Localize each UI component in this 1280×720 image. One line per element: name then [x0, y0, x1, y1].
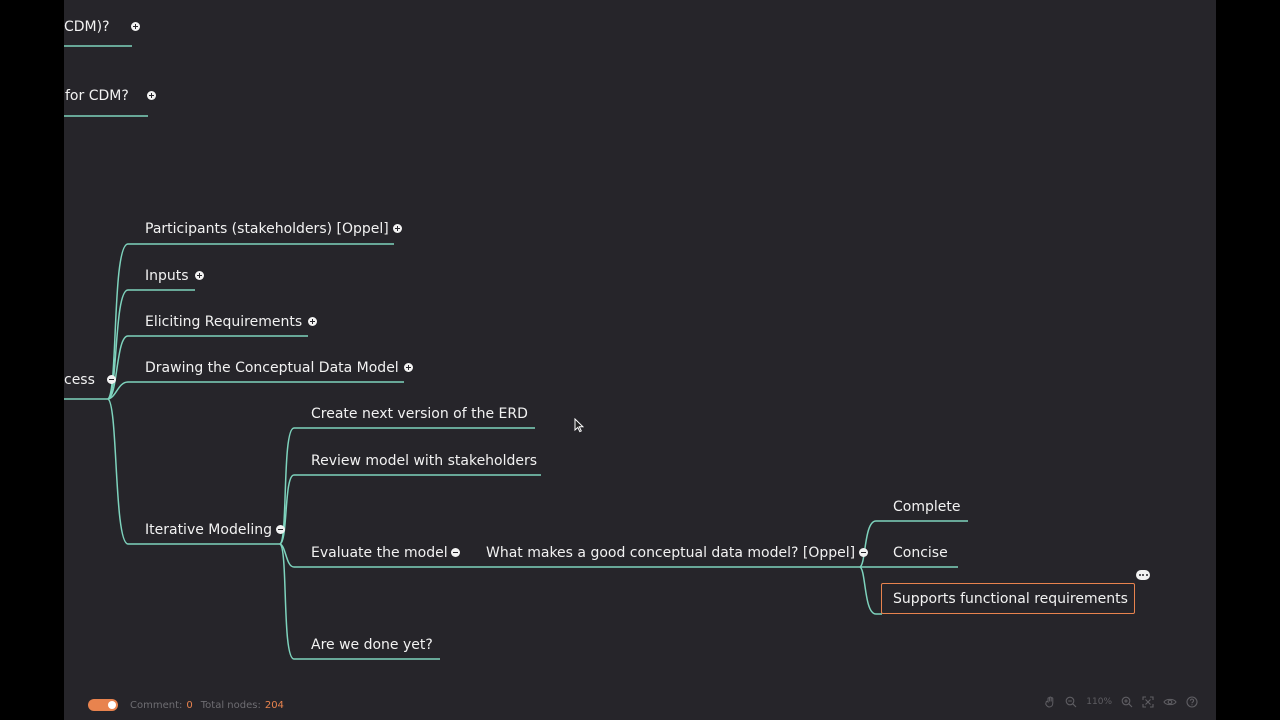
mouse-cursor-icon [574, 418, 584, 433]
expand-icon[interactable] [404, 363, 413, 372]
expand-icon[interactable] [131, 22, 140, 31]
hand-icon[interactable] [1044, 696, 1056, 708]
node-partial-top-1[interactable]: CDM)? [64, 18, 110, 36]
node-review-model[interactable]: Review model with stakeholders [311, 452, 537, 470]
expand-icon[interactable] [147, 91, 156, 100]
view-controls: 110% [1044, 694, 1198, 710]
node-partial-top-2[interactable]: for CDM? [65, 87, 129, 105]
node-concise[interactable]: Concise [893, 544, 948, 562]
collapse-icon[interactable] [451, 548, 460, 557]
node-evaluate-model[interactable]: Evaluate the model [311, 544, 448, 562]
zoom-level: 110% [1086, 697, 1112, 707]
node-create-next-version[interactable]: Create next version of the ERD [311, 405, 528, 423]
comment-label: Comment: [130, 699, 183, 711]
node-drawing-cdm[interactable]: Drawing the Conceptual Data Model [145, 359, 399, 377]
node-eliciting-requirements[interactable]: Eliciting Requirements [145, 313, 302, 331]
node-iterative-modeling[interactable]: Iterative Modeling [145, 521, 272, 539]
total-nodes-label: Total nodes: [200, 699, 261, 711]
total-nodes-count: 204 [264, 699, 284, 711]
collapse-icon[interactable] [276, 525, 285, 534]
node-participants[interactable]: Participants (stakeholders) [Oppel] [145, 220, 389, 238]
more-options-icon[interactable] [1136, 570, 1150, 580]
node-root-partial[interactable]: cess [64, 371, 95, 389]
fit-screen-icon[interactable] [1142, 696, 1154, 708]
collapse-icon[interactable] [859, 548, 868, 557]
zoom-out-icon[interactable] [1065, 696, 1077, 708]
expand-icon[interactable] [308, 317, 317, 326]
mode-toggle-switch[interactable] [88, 699, 118, 711]
collapse-icon[interactable] [107, 375, 116, 384]
node-are-we-done[interactable]: Are we done yet? [311, 636, 433, 654]
node-good-cdm[interactable]: What makes a good conceptual data model?… [486, 544, 855, 562]
status-bar: Comment: 0 Total nodes: 204 [88, 698, 288, 712]
zoom-in-icon[interactable] [1121, 696, 1133, 708]
help-icon[interactable] [1186, 696, 1198, 708]
comment-count: 0 [186, 699, 193, 711]
node-supports-functional[interactable]: Supports functional requirements [893, 590, 1128, 608]
node-complete[interactable]: Complete [893, 498, 960, 516]
node-inputs[interactable]: Inputs [145, 267, 189, 285]
eye-icon[interactable] [1163, 696, 1177, 708]
expand-icon[interactable] [195, 271, 204, 280]
expand-icon[interactable] [393, 224, 402, 233]
